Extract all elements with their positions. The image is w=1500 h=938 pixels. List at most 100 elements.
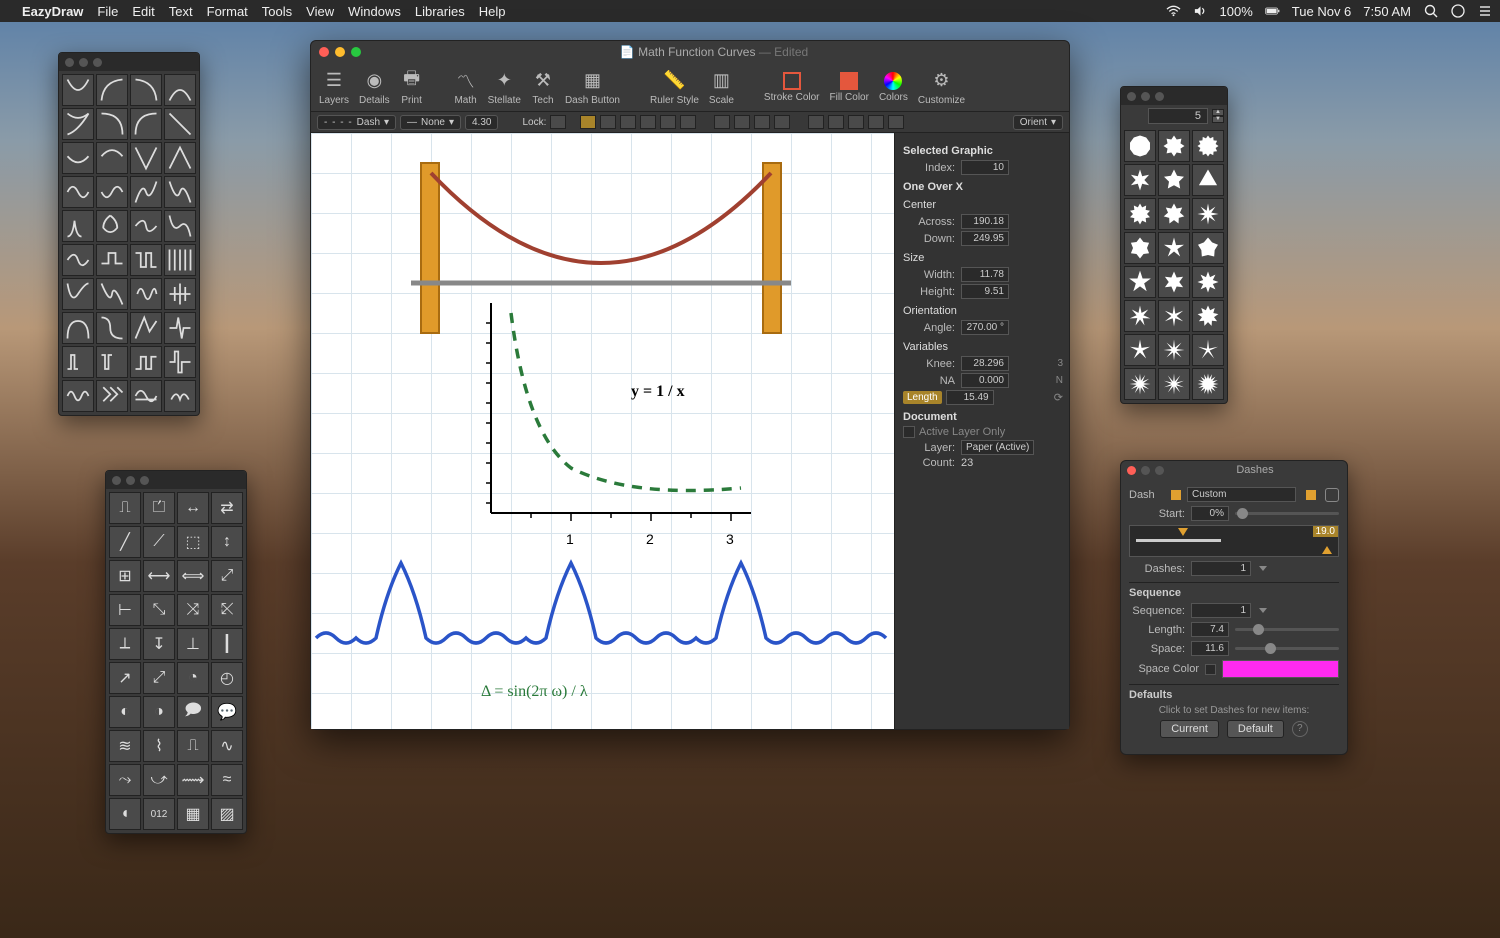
curve-tool[interactable] (164, 74, 196, 106)
palette-max-icon[interactable] (1155, 92, 1164, 101)
align-chip[interactable] (600, 115, 616, 129)
menu-windows[interactable]: Windows (348, 4, 401, 19)
tech-tool[interactable]: 💬 (211, 696, 243, 728)
curve-tool[interactable] (62, 244, 94, 276)
curve-tool[interactable] (62, 312, 94, 344)
toolbar-math[interactable]: 〽Math (454, 69, 478, 106)
curve-tool[interactable] (96, 346, 128, 378)
curve-tool[interactable] (96, 176, 128, 208)
curve-tool[interactable] (96, 380, 128, 412)
toolbar-print[interactable]: 🖶Print (400, 69, 424, 106)
palette-max-icon[interactable] (93, 58, 102, 67)
toolbar-scale[interactable]: ▥Scale (709, 69, 734, 106)
curve-tool[interactable] (62, 108, 94, 140)
curve-tool[interactable] (96, 142, 128, 174)
curve-tool[interactable] (130, 210, 162, 242)
palette-min-icon[interactable] (126, 476, 135, 485)
curve-tool[interactable] (130, 176, 162, 208)
length-slider[interactable] (1235, 628, 1339, 631)
length-field[interactable]: 15.49 (946, 390, 994, 405)
tech-tool[interactable]: ⊢ (109, 594, 141, 626)
tech-tool[interactable]: ⎍ (109, 492, 141, 524)
menu-help[interactable]: Help (479, 4, 506, 19)
palette-close-icon[interactable] (65, 58, 74, 67)
menu-libraries[interactable]: Libraries (415, 4, 465, 19)
tech-tool[interactable]: ▨ (211, 798, 243, 830)
group-chip[interactable] (754, 115, 770, 129)
menu-text[interactable]: Text (169, 4, 193, 19)
window-min-icon[interactable] (1141, 466, 1150, 475)
curve-tool[interactable] (164, 108, 196, 140)
angle-field[interactable]: 270.00 ° (961, 320, 1009, 335)
star-tool[interactable] (1192, 368, 1224, 400)
length-tag[interactable]: Length (903, 391, 942, 404)
across-field[interactable]: 190.18 (961, 214, 1009, 229)
curve-tool[interactable] (130, 312, 162, 344)
star-tool[interactable] (1158, 300, 1190, 332)
width-field[interactable]: 11.78 (961, 267, 1009, 282)
arrange-chip[interactable] (868, 115, 884, 129)
curve-tool[interactable] (62, 210, 94, 242)
tech-tool[interactable]: 012 (143, 798, 175, 830)
palette-min-icon[interactable] (79, 58, 88, 67)
star-tool[interactable] (1158, 368, 1190, 400)
toolbar-details[interactable]: ◉Details (359, 69, 390, 106)
toolbar-ruler-style[interactable]: 📏Ruler Style (650, 69, 699, 106)
star-tool[interactable] (1124, 164, 1156, 196)
curve-tool[interactable] (164, 244, 196, 276)
star-tool[interactable] (1192, 334, 1224, 366)
curve-tool[interactable] (164, 312, 196, 344)
align-chip[interactable] (660, 115, 676, 129)
seq-space-field[interactable]: 11.6 (1191, 641, 1229, 656)
curve-tool[interactable] (62, 346, 94, 378)
toolbar-layers[interactable]: ☰Layers (319, 69, 349, 106)
menubar-time[interactable]: 7:50 AM (1363, 4, 1411, 19)
dashes-count-field[interactable]: 1 (1191, 561, 1251, 576)
tech-tool[interactable]: ◴ (211, 662, 243, 694)
down-field[interactable]: 249.95 (961, 231, 1009, 246)
stroke-select[interactable]: — None ▾ (400, 115, 461, 130)
tech-tool[interactable]: ◐ (109, 696, 141, 728)
tech-tool[interactable]: ⤢ (211, 560, 243, 592)
star-tool[interactable] (1158, 198, 1190, 230)
star-tool[interactable] (1158, 334, 1190, 366)
curve-tool[interactable] (130, 108, 162, 140)
star-tool[interactable] (1158, 232, 1190, 264)
group-chip[interactable] (774, 115, 790, 129)
tech-tool[interactable]: ◔ (177, 662, 209, 694)
seq-length-field[interactable]: 7.4 (1191, 622, 1229, 637)
wifi-icon[interactable] (1166, 4, 1181, 19)
curve-tool[interactable] (96, 74, 128, 106)
star-tool[interactable] (1192, 300, 1224, 332)
curve-tool[interactable] (96, 278, 128, 310)
stepper-icon[interactable] (1259, 566, 1267, 571)
tech-tool[interactable]: ⟂ (109, 628, 141, 660)
tech-tool[interactable]: ╱ (109, 526, 141, 558)
toolbar-fill-color[interactable]: Fill Color (830, 72, 869, 103)
star-tool[interactable] (1158, 164, 1190, 196)
orient-select[interactable]: Orient ▾ (1013, 115, 1063, 130)
window-max-icon[interactable] (1155, 466, 1164, 475)
arrange-chip[interactable] (808, 115, 824, 129)
curve-tool[interactable] (62, 380, 94, 412)
curve-tool[interactable] (130, 278, 162, 310)
tech-tool[interactable]: ⤨ (177, 594, 209, 626)
dash-options-icon[interactable] (1325, 488, 1339, 502)
palette-max-icon[interactable] (140, 476, 149, 485)
dash-mode-select[interactable]: Custom (1187, 487, 1296, 502)
notification-center-icon[interactable] (1477, 4, 1492, 19)
index-field[interactable]: 10 (961, 160, 1009, 175)
curve-tool[interactable] (96, 312, 128, 344)
toolbar-dash[interactable]: ▦Dash Button (565, 69, 620, 106)
canvas[interactable]: y = 1 / x 1 2 3 Δ = sin(2π ω) / λ (311, 133, 894, 729)
star-tool[interactable] (1158, 130, 1190, 162)
tech-tool[interactable]: ⬚ (177, 526, 209, 558)
curve-tool[interactable] (62, 278, 94, 310)
tech-tool[interactable]: ⊞ (109, 560, 141, 592)
window-zoom-icon[interactable] (351, 47, 361, 57)
toolbar-customize[interactable]: ⚙Customize (918, 69, 965, 106)
default-button[interactable]: Default (1227, 720, 1284, 738)
star-tool[interactable] (1158, 266, 1190, 298)
tech-tool[interactable]: ⤪ (211, 594, 243, 626)
tech-tool[interactable]: ◖ (109, 798, 141, 830)
